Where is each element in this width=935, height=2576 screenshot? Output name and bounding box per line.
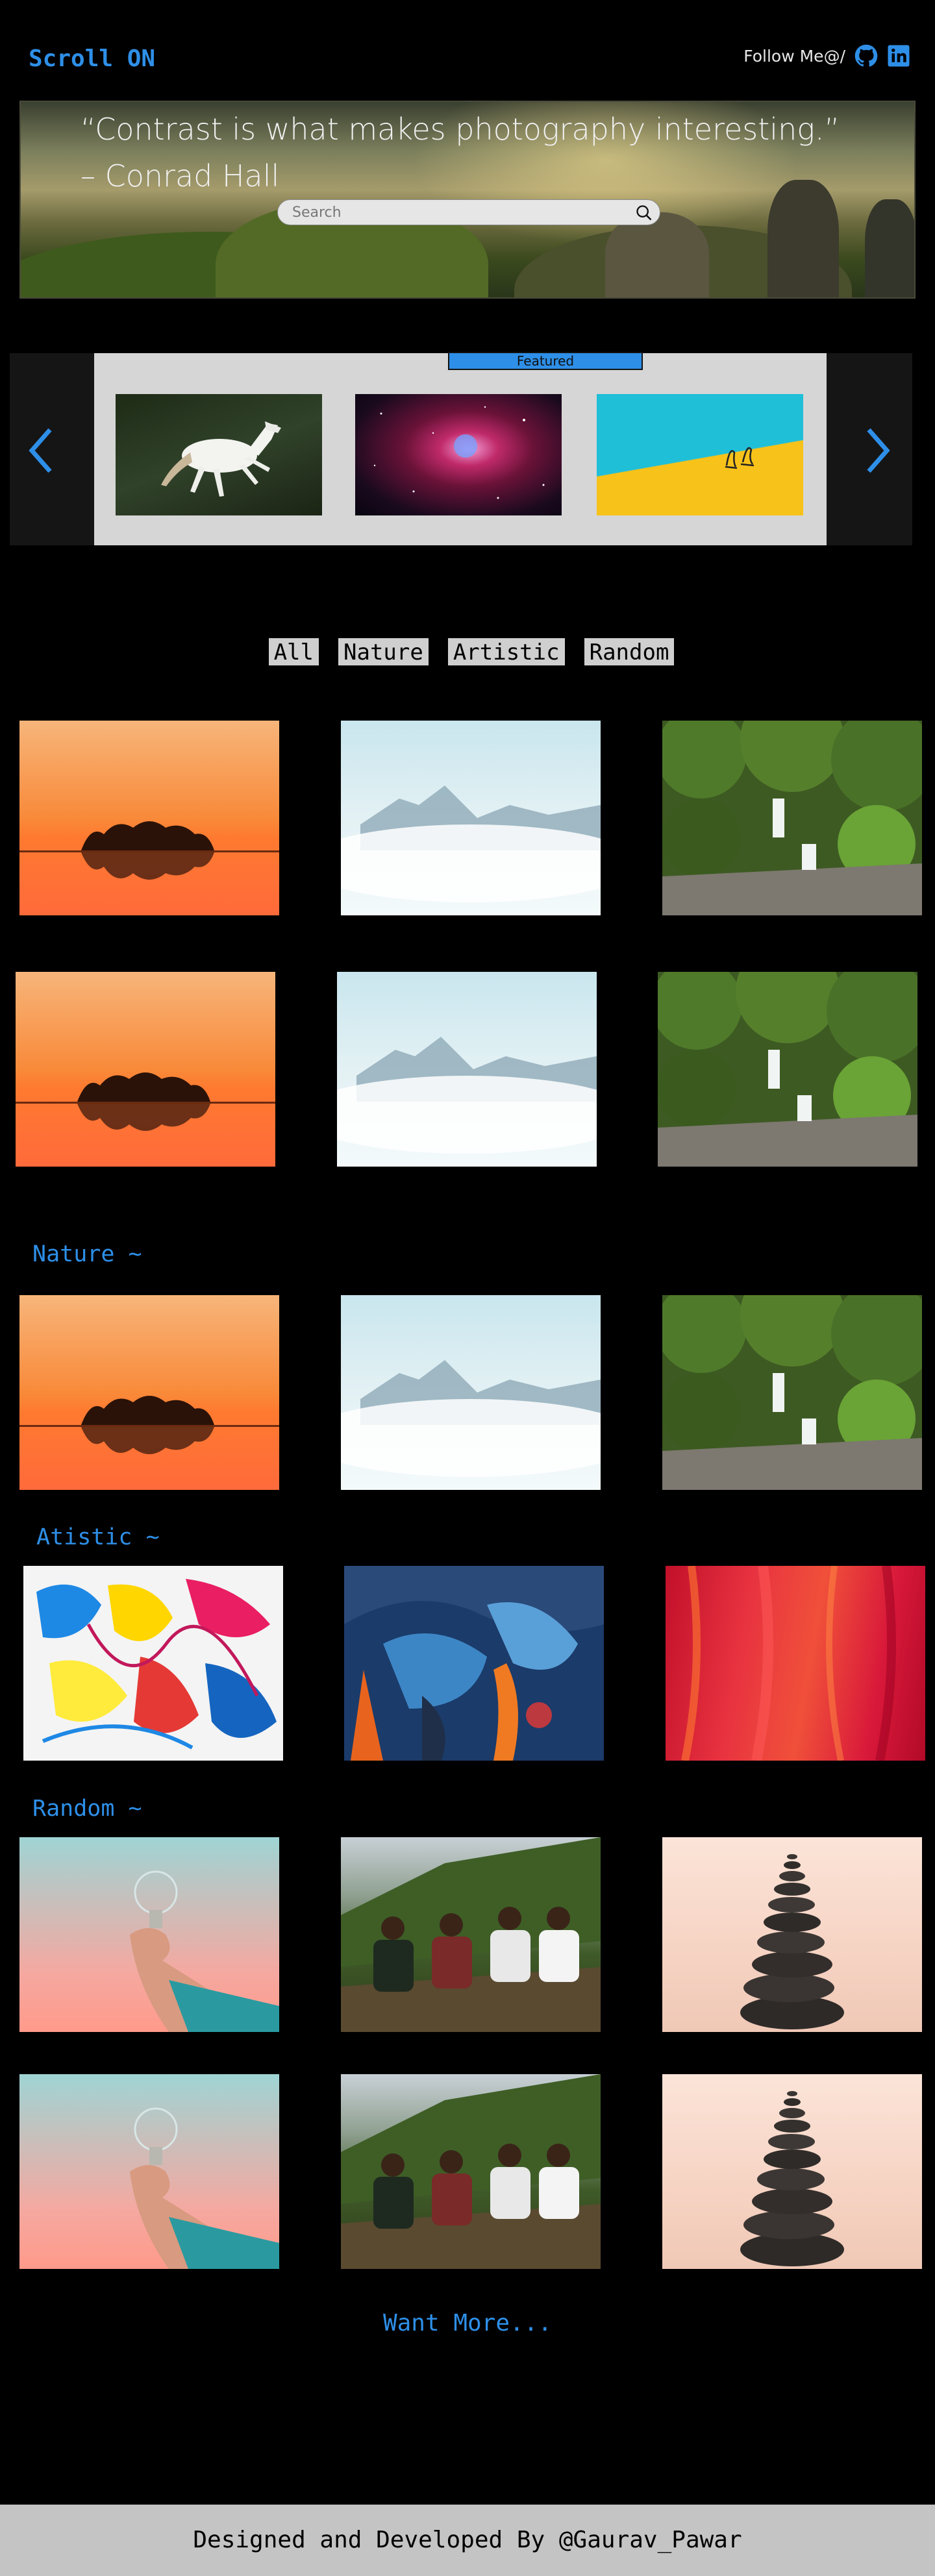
want-more-link[interactable]: Want More... [0,2310,935,2336]
filter-nature-button[interactable]: Nature [338,638,429,665]
carousel-prev-arrow-icon[interactable] [23,425,62,477]
nature-image-sunset[interactable] [19,1295,279,1490]
gallery-image-waterfall[interactable] [662,721,922,915]
hero-quote-text: “Contrast is what makes photography inte… [81,112,840,147]
random-image-lightbulb[interactable] [19,1837,279,2032]
artistic-image-colorful-splash[interactable] [23,1566,283,1761]
gallery-image-misty-mountains[interactable] [337,972,597,1167]
search-bar [277,199,660,225]
gallery-image-sunset[interactable] [16,972,275,1167]
section-title-nature: Nature ~ [32,1241,142,1267]
nature-image-waterfall[interactable] [662,1295,922,1490]
hero-rock [865,199,914,297]
github-icon[interactable] [854,44,878,68]
filter-all-button[interactable]: All [268,638,319,665]
hero-quote-author: – Conrad Hall [81,158,280,193]
linkedin-icon[interactable] [887,44,910,68]
hero-banner: “Contrast is what makes photography inte… [19,101,916,299]
carousel-stage: Featured [94,352,827,545]
filter-random-button[interactable]: Random [584,638,675,665]
featured-carousel: Featured [10,352,912,545]
search-icon[interactable] [635,204,653,222]
random-image-friends-hill[interactable] [341,2074,601,2269]
follow-links: Follow Me@/ [743,44,910,68]
carousel-next-arrow-icon[interactable] [857,425,896,477]
carousel-image-horse[interactable] [116,394,322,515]
gallery-image-sunset[interactable] [19,721,279,915]
search-input[interactable] [292,200,617,225]
random-image-friends-hill[interactable] [341,1837,601,2032]
carousel-image-nebula[interactable] [355,394,562,515]
artistic-image-blue-orange-paint[interactable] [344,1566,604,1761]
filter-bar: All Nature Artistic Random [0,638,935,665]
nature-image-misty-mountains[interactable] [341,1295,601,1490]
carousel-image-minimal[interactable] [597,394,803,515]
gallery-image-misty-mountains[interactable] [341,721,601,915]
follow-label: Follow Me@/ [743,46,845,66]
hero-quote: “Contrast is what makes photography inte… [81,106,840,199]
random-image-stacked-stones[interactable] [662,1837,922,2032]
random-image-lightbulb[interactable] [19,2074,279,2269]
footer-credit: Designed and Developed By @Gaurav_Pawar [193,2527,742,2553]
brand-logo[interactable]: Scroll ON [29,45,155,72]
section-title-artistic: Atistic ~ [36,1524,160,1550]
section-title-random: Random ~ [32,1796,142,1822]
filter-artistic-button[interactable]: Artistic [447,638,565,665]
featured-badge: Featured [448,352,643,370]
footer: Designed and Developed By @Gaurav_Pawar [0,2505,935,2576]
random-image-stacked-stones[interactable] [662,2074,922,2269]
gallery-image-waterfall[interactable] [658,972,917,1167]
artistic-image-red-paint[interactable] [666,1566,925,1761]
